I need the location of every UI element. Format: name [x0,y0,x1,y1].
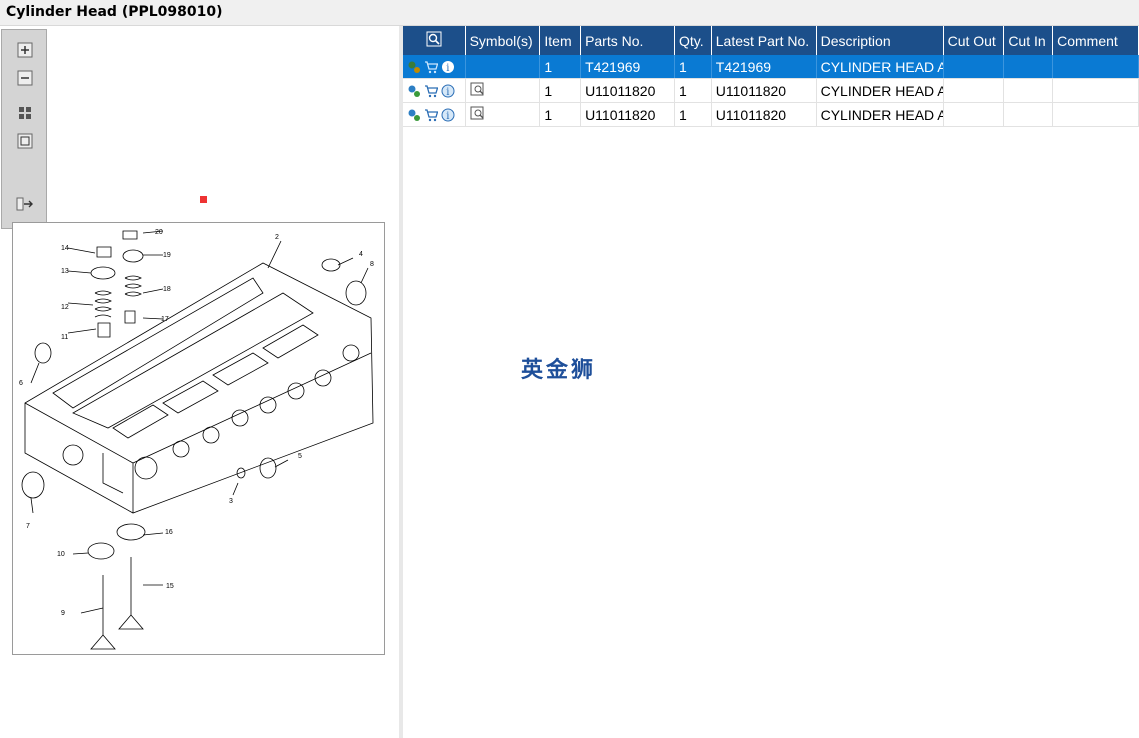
gears-icon[interactable] [407,108,421,122]
cell-cut-in [1003,102,1054,127]
cell-parts-no: U11011820 [580,78,675,103]
cell-cut-out [943,102,1005,127]
actual-size-icon [17,133,33,149]
header-comment[interactable]: Comment [1052,26,1139,55]
svg-text:8: 8 [370,261,374,268]
search-list-icon [426,31,442,47]
cell-item: 1 [539,55,582,79]
gears-icon[interactable] [407,60,421,74]
info-icon[interactable]: i [441,84,455,98]
svg-text:13: 13 [61,268,69,275]
cell-item: 1 [539,102,582,127]
cell-qty: 1 [674,55,712,79]
cell-latest-part-no: U11011820 [711,102,817,127]
cell-cut-out [943,78,1005,103]
svg-text:4: 4 [359,251,363,258]
viewer-toolbar [1,29,47,229]
svg-text:i: i [446,111,449,122]
svg-text:6: 6 [19,380,23,387]
cell-latest-part-no: U11011820 [711,78,817,103]
cell-symbols [465,102,541,127]
cart-icon[interactable] [424,84,438,98]
export-icon [16,197,33,211]
header-item[interactable]: Item [539,26,582,55]
svg-text:19: 19 [163,252,171,259]
zoom-in-icon [17,42,33,58]
gears-icon[interactable] [407,84,421,98]
callout-flag[interactable] [200,196,207,203]
cell-comment [1052,55,1139,79]
cell-cut-out [943,55,1005,79]
cell-item: 1 [539,78,582,103]
svg-text:18: 18 [163,286,171,293]
cart-icon[interactable] [424,60,438,74]
watermark: 英金狮 [521,358,597,383]
cell-comment [1052,102,1139,127]
zoom-out-button[interactable] [15,68,35,88]
table-header-row: Symbol(s) Item Parts No. Qty. Latest Par… [403,26,1139,55]
svg-text:10: 10 [57,551,65,558]
export-button[interactable] [15,194,35,214]
parts-pane: Symbol(s) Item Parts No. Qty. Latest Par… [403,26,1139,738]
info-icon[interactable]: i [441,60,455,74]
svg-text:20: 20 [155,229,163,236]
title-bar: Cylinder Head (PPL098010) [0,0,1139,26]
table-row[interactable]: i 1 U11011820 1 U11011820 CYLINDER HEAD … [403,78,1139,103]
fit-all-icon [19,107,31,119]
cell-cut-in [1003,55,1054,79]
info-icon[interactable]: i [441,108,455,122]
cell-parts-no: U11011820 [580,102,675,127]
header-cut-out[interactable]: Cut Out [943,26,1005,55]
actual-size-button[interactable] [15,131,35,151]
table-row[interactable]: i 1 T421969 1 T421969 CYLINDER HEAD A [403,55,1139,79]
cell-latest-part-no: T421969 [711,55,817,79]
svg-text:7: 7 [26,523,30,530]
row-actions: i [403,55,466,79]
svg-text:17: 17 [161,316,169,323]
window-title: Cylinder Head (PPL098010) [6,4,223,20]
cell-description: CYLINDER HEAD A [816,78,944,103]
cell-symbols [465,55,541,79]
header-latest-part-no[interactable]: Latest Part No. [711,26,817,55]
svg-text:14: 14 [61,245,69,252]
header-parts-no[interactable]: Parts No. [580,26,675,55]
fit-all-button[interactable] [15,103,35,123]
header-cut-in[interactable]: Cut In [1003,26,1054,55]
svg-text:11: 11 [61,334,68,341]
svg-text:3: 3 [229,498,233,505]
svg-text:15: 15 [166,583,174,590]
table-row[interactable]: i 1 U11011820 1 U11011820 CYLINDER HEAD … [403,102,1139,127]
zoom-in-button[interactable] [15,40,35,60]
header-description[interactable]: Description [816,26,944,55]
header-symbols[interactable]: Symbol(s) [465,26,541,55]
book-search-icon[interactable] [470,106,486,120]
header-search[interactable] [403,26,466,55]
drawing-pane[interactable]: 20 14 19 13 18 12 17 11 2 4 8 6 5 3 7 16… [0,26,400,738]
cell-description: CYLINDER HEAD A [816,55,944,79]
cell-symbols [465,78,541,103]
cell-comment [1052,78,1139,103]
book-search-icon[interactable] [470,82,486,96]
cell-cut-in [1003,78,1054,103]
svg-text:5: 5 [298,453,302,460]
row-actions: i [403,102,466,127]
cell-description: CYLINDER HEAD A [816,102,944,127]
svg-text:9: 9 [61,610,65,617]
cell-qty: 1 [674,78,712,103]
row-actions: i [403,78,466,103]
header-qty[interactable]: Qty. [674,26,712,55]
svg-text:i: i [446,87,449,98]
exploded-diagram[interactable]: 20 14 19 13 18 12 17 11 2 4 8 6 5 3 7 16… [12,222,385,655]
cylinder-head-drawing: 20 14 19 13 18 12 17 11 2 4 8 6 5 3 7 16… [19,229,374,650]
svg-text:12: 12 [61,304,69,311]
cell-parts-no: T421969 [580,55,675,79]
zoom-out-icon [17,70,33,86]
cell-qty: 1 [674,102,712,127]
svg-text:i: i [446,63,449,74]
parts-table: Symbol(s) Item Parts No. Qty. Latest Par… [403,26,1139,127]
svg-text:16: 16 [165,529,173,536]
cart-icon[interactable] [424,108,438,122]
svg-text:2: 2 [275,234,279,241]
